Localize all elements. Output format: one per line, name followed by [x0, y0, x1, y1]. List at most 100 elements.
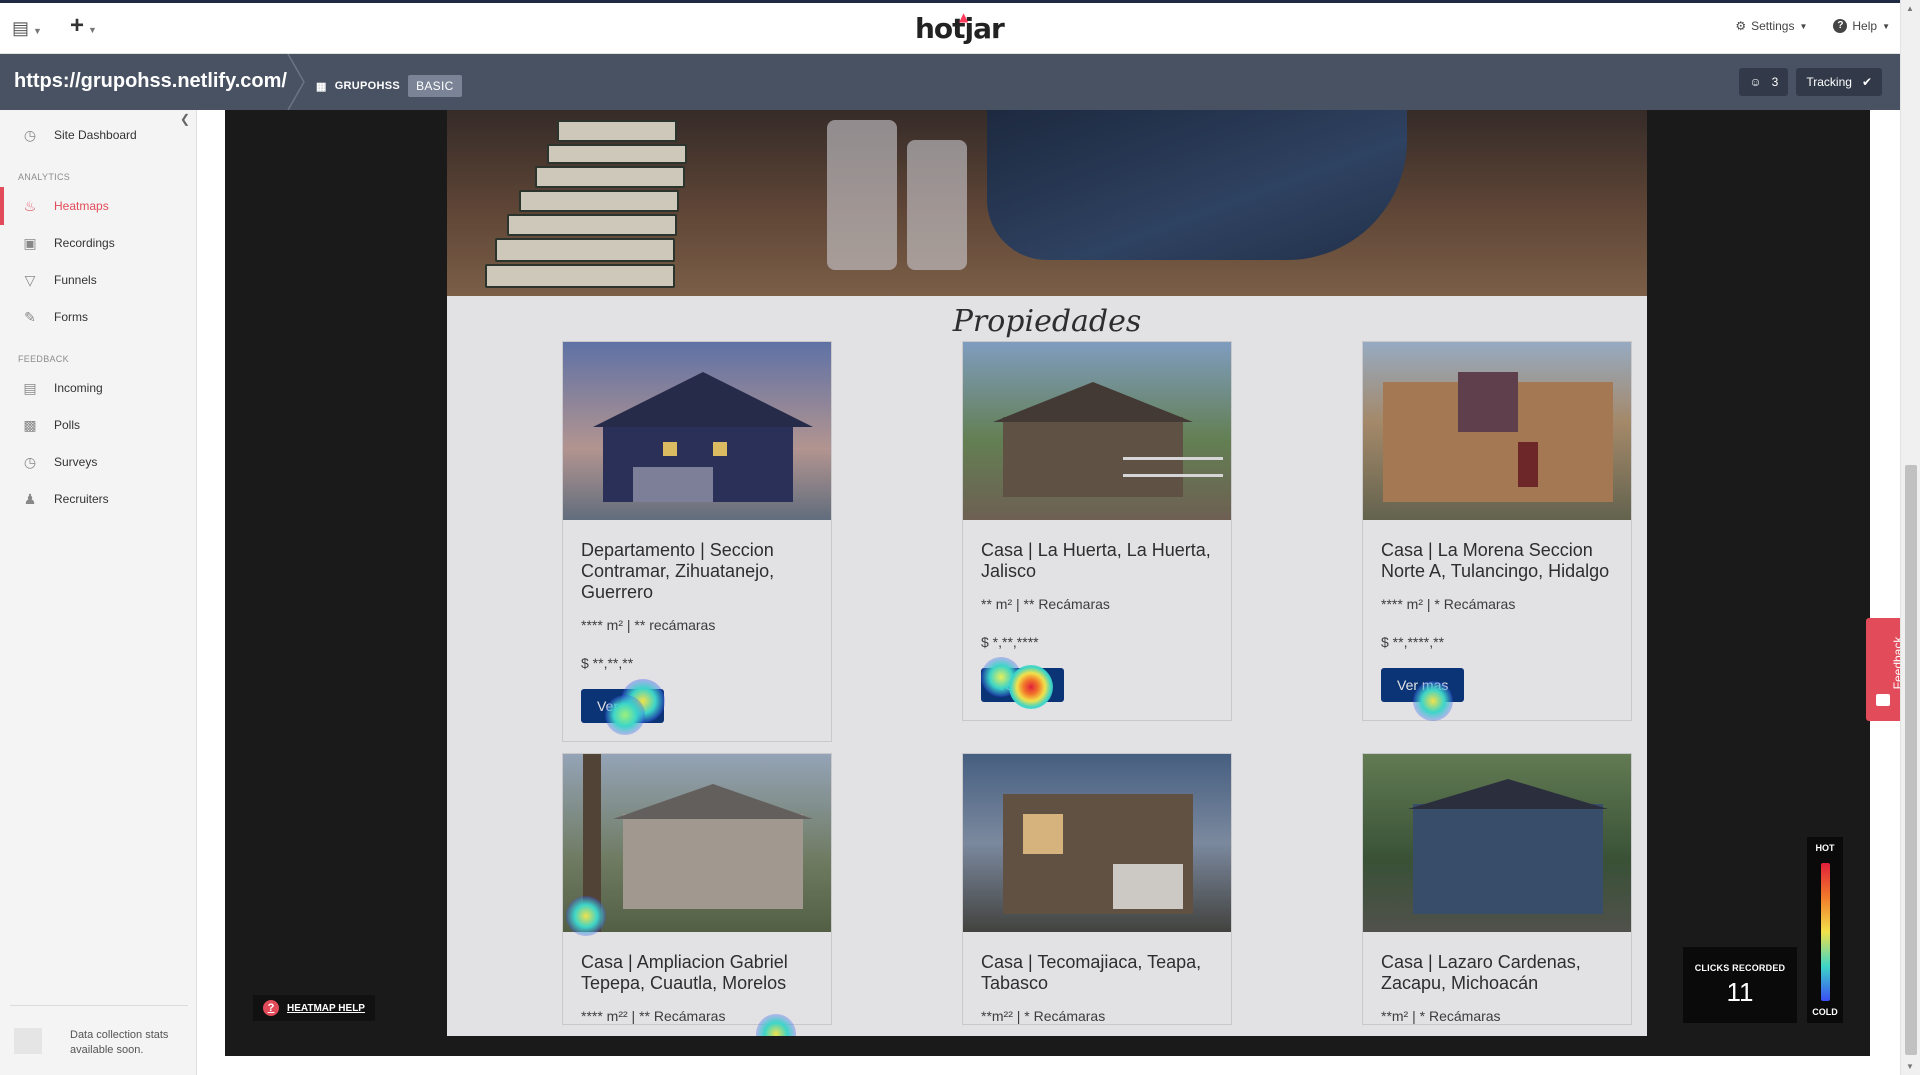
sidebar-item-label: Incoming	[54, 381, 103, 395]
building-icon: ▦	[316, 80, 327, 93]
section-feedback: FEEDBACK	[18, 354, 69, 364]
clicks-recorded-value: 11	[1726, 977, 1754, 1007]
view-more-button[interactable]: Ver mas	[1381, 668, 1465, 702]
sidebar-footer-divider	[10, 1005, 188, 1006]
breadcrumb-separator-icon	[287, 54, 305, 110]
property-card[interactable]: Casa | Tecomajiaca, Teapa, Tabasco **m²²…	[962, 753, 1232, 1025]
scroll-down-icon[interactable]: ▼	[1906, 1062, 1914, 1071]
property-image	[563, 754, 831, 932]
hotjar-logo[interactable]: hotjar ▲	[915, 10, 1005, 45]
settings-menu[interactable]: ⚙ Settings ▼	[1735, 19, 1807, 33]
users-button[interactable]: ☺ 3	[1739, 68, 1789, 96]
dashboard-icon: ◷	[23, 127, 37, 143]
door-shape	[1518, 442, 1538, 487]
view-more-button[interactable]: Ver mas	[981, 668, 1065, 702]
property-title: Departamento | Seccion Contramar, Zihuat…	[581, 540, 775, 602]
top-bar: ▤ ▼ + ▼ hotjar ▲ ⚙ Settings ▼ ? Help ▼	[0, 0, 1900, 54]
sidebar-item-recruiters[interactable]: ♟ Recruiters	[0, 484, 196, 514]
sidebar-item-label: Forms	[54, 310, 88, 324]
page-scrollbar[interactable]: ▲ ▼	[1900, 0, 1920, 1075]
forms-icon: ✎	[24, 309, 36, 325]
scrollbar-thumb[interactable]	[1905, 465, 1917, 1055]
flame-icon: ▲	[959, 10, 968, 24]
book	[519, 190, 679, 212]
sidebar-item-surveys[interactable]: ◷ Surveys	[0, 447, 196, 477]
book	[535, 166, 685, 188]
book	[557, 120, 677, 142]
property-card[interactable]: Departamento | Seccion Contramar, Zihuat…	[562, 341, 832, 742]
heatmap-help-button[interactable]: ? HEATMAP HELP	[253, 995, 375, 1021]
property-image	[563, 342, 831, 520]
incoming-icon: ▤	[23, 380, 37, 396]
property-meta: **** m² | ** recámaras	[581, 617, 716, 633]
feedback-tab[interactable]: Feedback	[1866, 618, 1905, 721]
org-breadcrumb[interactable]: ▦ GRUPOHSS BASIC	[316, 75, 462, 97]
site-bar-actions: ☺ 3 Tracking ✔	[1739, 68, 1882, 96]
legend-cold-label: COLD	[1812, 1007, 1838, 1017]
help-label: Help	[1852, 19, 1878, 33]
house-shape	[1413, 804, 1603, 914]
property-meta: **m²² | * Recámaras	[981, 1008, 1106, 1024]
surveys-icon: ◷	[23, 454, 37, 470]
property-price: $ **,**,**	[581, 655, 634, 671]
sidebar-item-label: Recordings	[54, 236, 115, 250]
help-icon: ?	[263, 1000, 279, 1016]
data-collection-note: Data collection stats available soon.	[70, 1029, 169, 1056]
property-meta: **m² | * Recámaras	[1381, 1008, 1501, 1024]
hero-image	[447, 110, 1647, 296]
recruiters-icon: ♟	[23, 491, 37, 507]
heat-legend: HOT COLD	[1807, 837, 1843, 1023]
roof-shape	[613, 784, 813, 819]
tree-trunk	[583, 754, 601, 932]
sidebar-item-polls[interactable]: ▩ Polls	[0, 410, 196, 440]
sidebar-item-heatmaps[interactable]: ♨ Heatmaps	[0, 187, 196, 225]
property-image	[1363, 342, 1631, 520]
legend-gradient	[1821, 863, 1830, 1001]
polls-icon: ▩	[23, 417, 37, 433]
site-switcher-icon[interactable]: ▤ ▼	[12, 18, 60, 39]
top-bar-left: ▤ ▼ + ▼	[12, 14, 115, 39]
stats-placeholder	[14, 1028, 42, 1054]
add-button[interactable]: + ▼	[70, 14, 115, 39]
sidebar-item-label: Funnels	[54, 273, 97, 287]
property-meta: **** m²² | ** Recámaras	[581, 1008, 726, 1024]
property-card[interactable]: Casa | Lazaro Cardenas, Zacapu, Michoacá…	[1362, 753, 1632, 1025]
sidebar-item-recordings[interactable]: ▣ Recordings	[0, 228, 196, 258]
chevron-down-icon: ▼	[1799, 21, 1808, 31]
clicks-recorded-label: CLICKS RECORDED	[1694, 963, 1786, 973]
sidebar-item-dashboard[interactable]: ◷ Site Dashboard	[0, 120, 196, 150]
property-title: Casa | Tecomajiaca, Teapa, Tabasco	[981, 952, 1202, 993]
sidebar-item-incoming[interactable]: ▤ Incoming	[0, 373, 196, 403]
property-image	[963, 342, 1231, 520]
property-title: Casa | La Huerta, La Huerta, Jalisco	[981, 540, 1211, 581]
property-card[interactable]: Casa | La Morena Seccion Norte A, Tulanc…	[1362, 341, 1632, 721]
book	[495, 238, 675, 262]
scroll-up-icon[interactable]: ▲	[1906, 4, 1914, 13]
glass-jar	[907, 140, 967, 270]
check-icon: ✔	[1861, 75, 1872, 89]
fence-shape	[1123, 457, 1223, 477]
property-image	[963, 754, 1231, 932]
tracking-label: Tracking	[1806, 75, 1852, 89]
flame-icon: ♨	[23, 198, 37, 214]
site-url[interactable]: https://grupohss.netlify.com/	[14, 70, 287, 93]
property-card[interactable]: Casa | La Huerta, La Huerta, Jalisco ** …	[962, 341, 1232, 721]
plan-badge: BASIC	[408, 75, 462, 97]
property-title: Casa | La Morena Seccion Norte A, Tulanc…	[1381, 540, 1610, 581]
sidebar-item-forms[interactable]: ✎ Forms	[0, 302, 196, 332]
view-more-button[interactable]: Ver mas	[581, 689, 665, 723]
sidebar-item-label: Recruiters	[54, 492, 109, 506]
property-card[interactable]: Casa | Ampliacion Gabriel Tepepa, Cuautl…	[562, 753, 832, 1025]
property-price: $ **,****,**	[1381, 634, 1445, 650]
sidebar-item-label: Heatmaps	[54, 199, 109, 213]
heatmap-help-label: HEATMAP HELP	[287, 1002, 365, 1014]
heatmap-viewer: Propiedades Departamento | Seccion Contr…	[225, 110, 1870, 1056]
glass-jar	[827, 120, 897, 270]
tracking-button[interactable]: Tracking ✔	[1796, 68, 1882, 96]
roof-shape	[1408, 779, 1608, 809]
help-menu[interactable]: ? Help ▼	[1833, 19, 1890, 33]
feedback-icon	[1876, 694, 1890, 706]
gable-shape	[1458, 372, 1518, 432]
sidebar-item-funnels[interactable]: ▽ Funnels	[0, 265, 196, 295]
org-name: GRUPOHSS	[334, 80, 401, 92]
